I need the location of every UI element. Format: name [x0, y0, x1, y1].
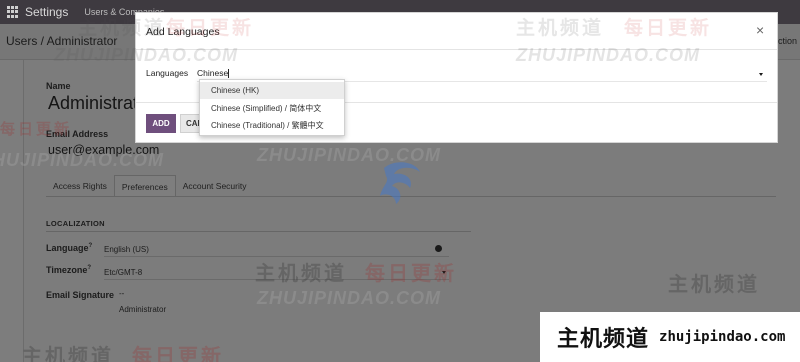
- globe-icon[interactable]: [435, 245, 442, 252]
- section-title-localization: LOCALIZATION: [46, 219, 105, 228]
- apps-menu-icon[interactable]: [7, 6, 19, 18]
- name-label: Name: [46, 81, 71, 91]
- email-signature-label: Email Signature: [46, 290, 115, 300]
- tab-access-rights[interactable]: Access Rights: [46, 175, 114, 196]
- email-field[interactable]: user@example.com: [48, 143, 159, 157]
- action-menu-button[interactable]: ction: [778, 36, 797, 46]
- close-icon[interactable]: ×: [756, 23, 764, 37]
- signature-line-2[interactable]: Administrator: [119, 305, 166, 314]
- name-field[interactable]: Administrat: [48, 93, 138, 114]
- app-title[interactable]: Settings: [25, 5, 68, 19]
- watermark-cn-daily: 每日更新: [624, 18, 713, 39]
- timezone-value[interactable]: Etc/GMT-8: [104, 268, 142, 277]
- watermark-badge: 主机频道 zhujipindao.com: [540, 312, 800, 362]
- dialog-header-divider: [136, 49, 777, 50]
- add-button[interactable]: ADD: [146, 114, 176, 133]
- dropdown-option-chinese-hk[interactable]: Chinese (HK): [200, 82, 344, 99]
- email-label: Email Address: [46, 129, 109, 139]
- languages-label: Languages: [146, 68, 189, 78]
- dropdown-option-chinese-simplified[interactable]: Chinese (Simplified) / 简体中文: [200, 99, 344, 116]
- languages-autocomplete-dropdown: Chinese (HK) Chinese (Simplified) / 简体中文…: [199, 79, 345, 136]
- tab-preferences[interactable]: Preferences: [113, 175, 176, 196]
- language-value[interactable]: English (US): [104, 245, 149, 254]
- timezone-label: Timezone?: [46, 265, 92, 275]
- timezone-underline: [104, 279, 449, 280]
- signature-line-1[interactable]: --: [119, 289, 124, 298]
- chevron-down-icon[interactable]: [759, 73, 763, 76]
- language-label: Language?: [46, 243, 93, 253]
- text-cursor: [228, 69, 230, 79]
- timezone-caret-icon[interactable]: [442, 271, 446, 274]
- tab-account-security[interactable]: Account Security: [176, 175, 254, 196]
- watermark-cn-brand: 主机频道: [516, 18, 605, 39]
- breadcrumb[interactable]: Users / Administrator: [6, 34, 117, 48]
- badge-url: zhujipindao.com: [659, 329, 786, 345]
- language-underline: [104, 256, 449, 257]
- watermark-logo-icon: [380, 162, 420, 204]
- section-divider: [46, 231, 471, 232]
- dialog-title: Add Languages: [146, 26, 220, 38]
- dropdown-option-chinese-traditional[interactable]: Chinese (Traditional) / 繁體中文: [200, 116, 344, 133]
- badge-cn-brand: 主机频道: [557, 326, 650, 351]
- form-tabs: Access Rights Preferences Account Securi…: [46, 175, 253, 196]
